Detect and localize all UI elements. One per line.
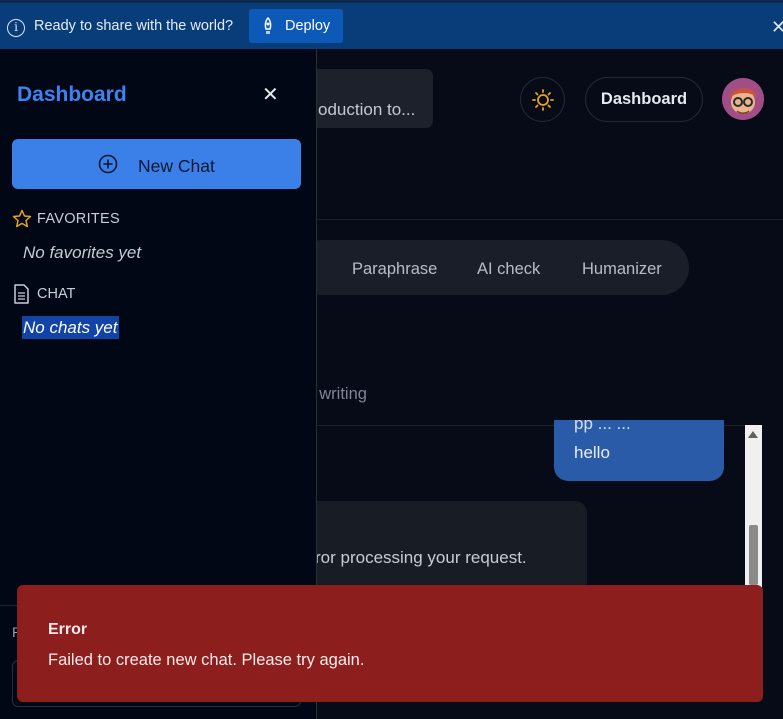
theme-toggle-button[interactable] — [520, 77, 565, 122]
info-icon: i — [7, 19, 25, 37]
banner-message: Ready to share with the world? — [34, 18, 234, 34]
chat-label: CHAT — [37, 286, 76, 302]
toast-title: Error — [48, 621, 88, 638]
plus-circle-icon — [98, 154, 118, 174]
header-divider — [300, 219, 783, 220]
dashboard-button[interactable]: Dashboard — [585, 77, 703, 122]
new-chat-label: New Chat — [138, 156, 215, 176]
tab-ai-check[interactable]: AI check — [477, 260, 540, 279]
user-message-overflow: pp ... ... — [574, 420, 631, 433]
user-message-text: hello — [574, 443, 610, 462]
no-favorites-text: No favorites yet — [23, 243, 142, 262]
deploy-label: Deploy — [285, 18, 331, 34]
user-message: pp ... ... hello — [554, 420, 724, 481]
rocket-icon — [264, 17, 272, 34]
new-chat-button[interactable]: New Chat — [12, 139, 301, 189]
toast-message: Failed to create new chat. Please try ag… — [48, 651, 365, 669]
no-chats-text: No chats yet — [22, 316, 119, 339]
deploy-button[interactable]: Deploy — [249, 9, 343, 43]
search-preview[interactable]: oduction to... — [303, 69, 433, 128]
bot-message-text: ror processing your request. — [315, 548, 527, 567]
sun-icon — [532, 89, 554, 111]
close-icon[interactable]: ✕ — [771, 17, 783, 38]
star-icon — [12, 209, 32, 228]
avatar-image — [722, 78, 764, 120]
close-sidebar-icon[interactable]: ✕ — [262, 82, 279, 107]
tab-humanizer[interactable]: Humanizer — [582, 260, 662, 279]
tab-paraphrase[interactable]: Paraphrase — [352, 260, 437, 279]
sidebar-title: Dashboard — [17, 83, 127, 106]
tool-tabs: Paraphrase AI check Humanizer — [295, 240, 689, 295]
document-icon — [14, 284, 29, 304]
bot-message: ror processing your request. — [303, 501, 587, 596]
search-preview-text: oduction to... — [318, 100, 416, 119]
favorites-label: FAVORITES — [37, 211, 121, 227]
avatar[interactable] — [722, 78, 764, 120]
scroll-thumb[interactable] — [749, 525, 758, 585]
error-toast[interactable]: Error Failed to create new chat. Please … — [17, 585, 763, 702]
deploy-banner: i Ready to share with the world? Deploy … — [0, 0, 783, 49]
chat-scrollbar[interactable] — [745, 425, 762, 595]
scroll-up-icon[interactable] — [748, 431, 758, 438]
